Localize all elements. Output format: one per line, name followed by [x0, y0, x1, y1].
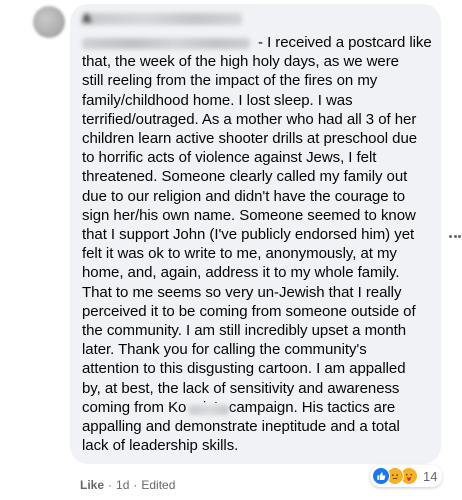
author-name-redacted[interactable]: A — [82, 11, 242, 26]
comment-actions: Like · 1d · Edited — [80, 478, 175, 492]
more-options-icon[interactable] — [449, 232, 461, 240]
reactions-summary[interactable]: 14 — [370, 465, 443, 487]
timestamp[interactable]: 1d — [116, 478, 129, 492]
avatar[interactable] — [33, 6, 65, 38]
comment-text: - I received a postcard like that, the w… — [82, 34, 432, 455]
like-button[interactable]: Like — [80, 478, 104, 492]
comment-bubble: A - I received a postcard like that, the… — [70, 4, 441, 464]
like-icon — [372, 467, 390, 485]
author-initial: A — [82, 11, 92, 26]
separator: · — [108, 478, 113, 492]
thanked-name-redacted[interactable] — [187, 403, 229, 417]
reaction-count: 14 — [423, 468, 438, 484]
comment-thread: A - I received a postcard like that, the… — [0, 0, 462, 500]
separator: · — [133, 478, 138, 492]
edited-label[interactable]: Edited — [141, 478, 175, 492]
